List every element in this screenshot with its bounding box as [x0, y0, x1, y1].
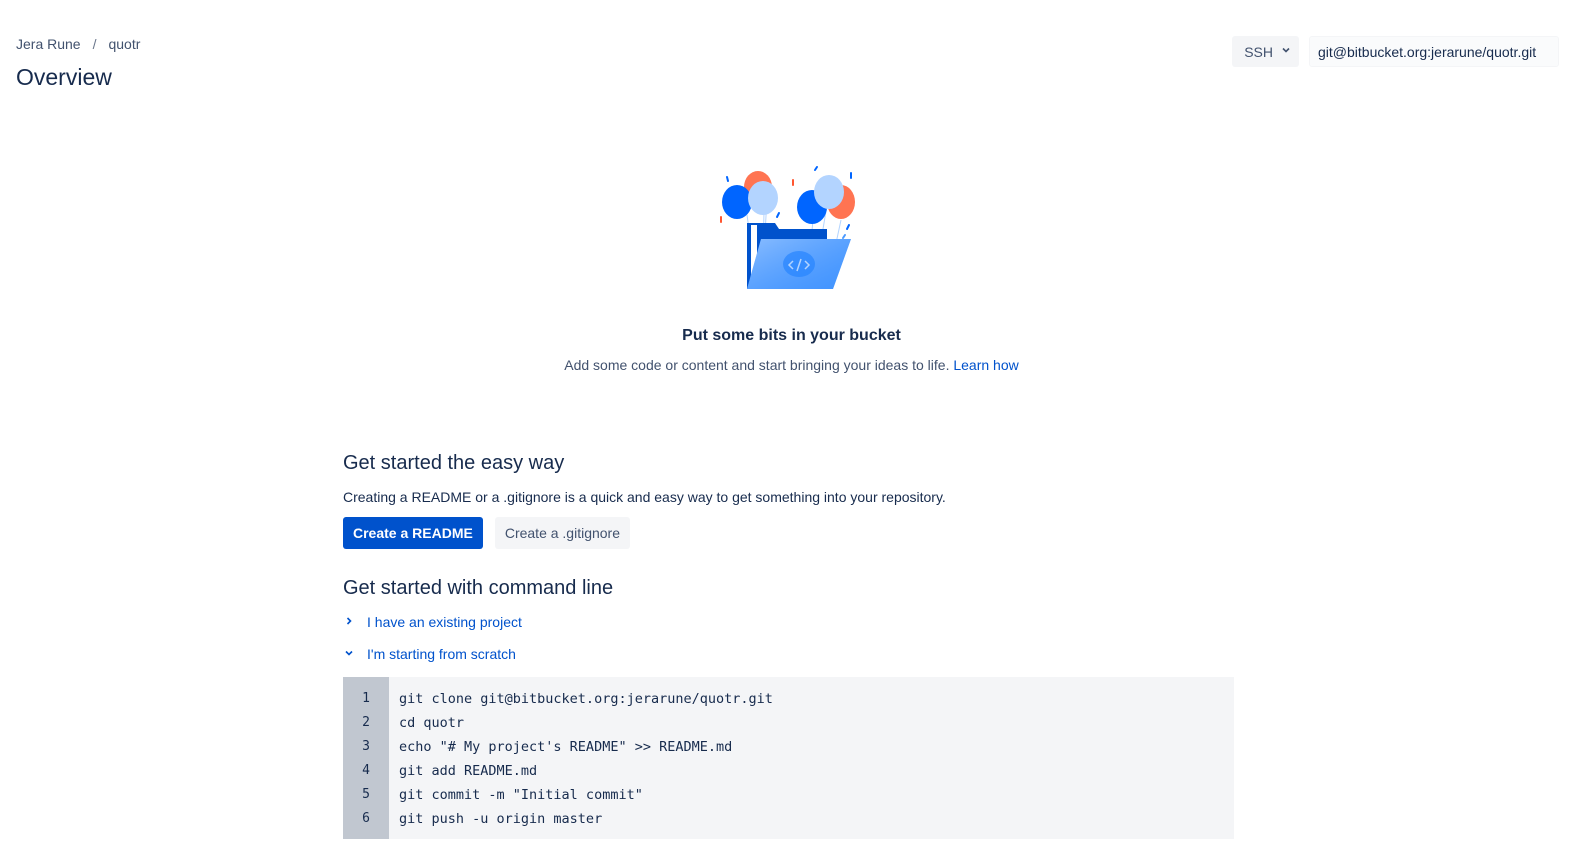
empty-state-description: Add some code or content and start bring…	[0, 357, 1583, 373]
from-scratch-label: I'm starting from scratch	[367, 646, 516, 662]
breadcrumb-separator: /	[92, 36, 97, 52]
code-lines[interactable]: git clone git@bitbucket.org:jerarune/quo…	[389, 677, 773, 839]
line-number: 3	[362, 739, 370, 754]
create-gitignore-button[interactable]: Create a .gitignore	[494, 517, 631, 549]
code-line: git add README.md	[399, 763, 538, 779]
existing-project-label: I have an existing project	[367, 614, 522, 630]
empty-state-title: Put some bits in your bucket	[682, 327, 901, 344]
code-line: git clone git@bitbucket.org:jerarune/quo…	[399, 691, 773, 707]
page-title: Overview	[16, 64, 112, 90]
line-number: 1	[362, 691, 370, 706]
easy-way-title: Get started the easy way	[343, 452, 565, 474]
code-line: echo "# My project's README" >> README.m…	[399, 739, 733, 755]
balloons-folder-illustration	[719, 166, 855, 289]
get-started-section: Get started the easy way Creating a READ…	[343, 452, 1235, 662]
breadcrumb-repo-link[interactable]: quotr	[108, 36, 140, 52]
chevron-right-icon	[343, 616, 355, 629]
code-line: cd quotr	[399, 715, 465, 731]
breadcrumb: Jera Rune / quotr	[16, 36, 140, 52]
from-scratch-toggle[interactable]: I'm starting from scratch	[343, 646, 1235, 662]
breadcrumb-owner-link[interactable]: Jera Rune	[16, 36, 81, 52]
code-line: git push -u origin master	[399, 811, 603, 827]
code-line: git commit -m "Initial commit"	[399, 787, 643, 803]
line-number: 4	[362, 763, 370, 778]
easy-way-description: Creating a README or a .gitignore is a q…	[343, 489, 946, 505]
easy-way-buttons: Create a README Create a .gitignore	[343, 517, 1235, 549]
line-number-gutter: 1 2 3 4 5 6	[343, 677, 389, 839]
clone-area: SSH	[1232, 36, 1559, 67]
command-line-title: Get started with command line	[343, 577, 614, 599]
protocol-select[interactable]: SSH	[1232, 36, 1299, 67]
create-readme-button[interactable]: Create a README	[343, 517, 483, 549]
protocol-label: SSH	[1244, 43, 1273, 60]
code-block: 1 2 3 4 5 6 git clone git@bitbucket.org:…	[343, 677, 1234, 839]
empty-state: Put some bits in your bucket Add some co…	[0, 165, 1583, 373]
line-number: 5	[362, 787, 370, 802]
clone-url-input[interactable]	[1309, 36, 1559, 67]
existing-project-toggle[interactable]: I have an existing project	[343, 614, 1235, 630]
chevron-down-icon	[1281, 45, 1291, 58]
chevron-down-icon	[343, 648, 355, 661]
learn-how-link[interactable]: Learn how	[953, 357, 1018, 373]
line-number: 2	[362, 715, 370, 730]
empty-state-text: Add some code or content and start bring…	[564, 357, 950, 373]
line-number: 6	[362, 811, 370, 826]
